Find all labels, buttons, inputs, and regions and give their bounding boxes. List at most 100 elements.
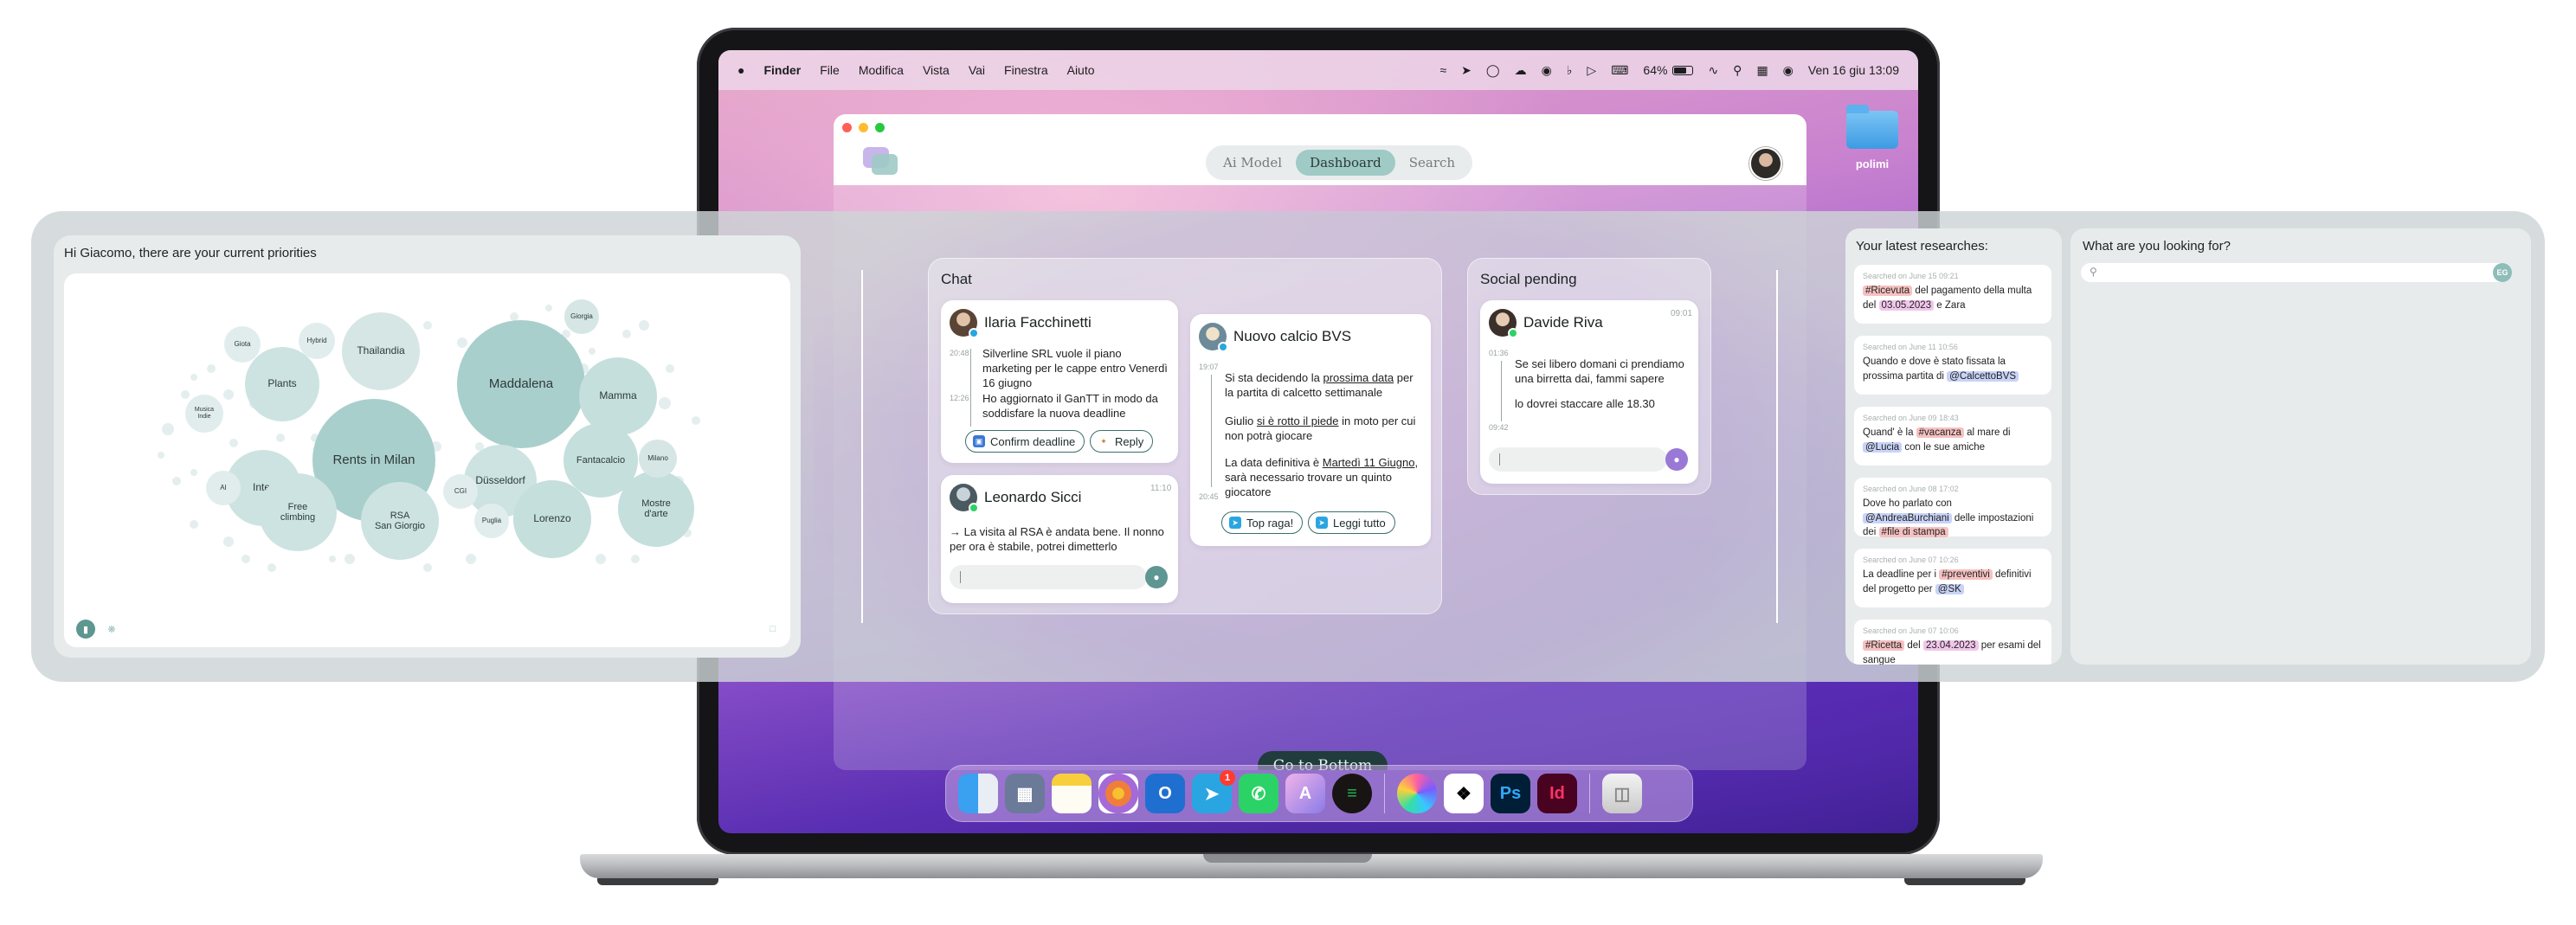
menu-vista[interactable]: Vista bbox=[923, 63, 950, 77]
research-text-part: del bbox=[1904, 640, 1923, 651]
bar-chart-icon[interactable]: ▮ bbox=[76, 620, 95, 639]
research-tag[interactable]: 23.04.2023 bbox=[1922, 640, 1979, 651]
battery-icon[interactable] bbox=[1672, 65, 1694, 75]
top-raga-button[interactable]: ➤ Top raga! bbox=[1221, 511, 1304, 534]
research-tag[interactable]: 03.05.2023 bbox=[1878, 299, 1935, 311]
priority-bubble[interactable]: Musica Indie bbox=[185, 395, 223, 433]
priority-bubble[interactable]: Mostre d'arte bbox=[618, 471, 694, 547]
search-input[interactable]: ⚲ bbox=[2081, 263, 2512, 282]
chat-title: Chat bbox=[941, 271, 972, 287]
research-item[interactable]: Searched on June 15 09:21 #Ricevuta del p… bbox=[1854, 265, 2051, 324]
search-user-button[interactable]: EG bbox=[2493, 263, 2512, 282]
menu-modifica[interactable]: Modifica bbox=[859, 63, 904, 77]
photos-icon[interactable] bbox=[1098, 774, 1138, 813]
research-tag[interactable]: @AndreaBurchiani bbox=[1863, 512, 1952, 524]
research-item[interactable]: Searched on June 11 10:56 Quando e dove è… bbox=[1854, 336, 2051, 395]
button-label: Confirm deadline bbox=[990, 434, 1076, 448]
reply-input[interactable] bbox=[1489, 447, 1667, 472]
search-title: What are you looking for? bbox=[2083, 239, 2231, 254]
tab-ai-model[interactable]: Ai Model bbox=[1209, 150, 1296, 176]
priority-bubble[interactable]: Plants bbox=[245, 347, 319, 421]
apple-icon[interactable]: ● bbox=[737, 63, 744, 77]
research-item[interactable]: Searched on June 08 17:02 Dove ho parlato… bbox=[1854, 478, 2051, 538]
desktop-folder-label[interactable]: polimi bbox=[1835, 157, 1909, 170]
color-app-icon[interactable] bbox=[1397, 774, 1437, 813]
reply-input[interactable] bbox=[950, 565, 1147, 589]
menu-finestra[interactable]: Finestra bbox=[1004, 63, 1048, 77]
launchpad-icon[interactable]: ▦ bbox=[1005, 774, 1045, 813]
menu-file[interactable]: File bbox=[820, 63, 840, 77]
comment-icon[interactable]: □ bbox=[763, 620, 782, 639]
priority-bubble[interactable]: Lorenzo bbox=[513, 480, 591, 558]
menu-aiuto[interactable]: Aiuto bbox=[1067, 63, 1095, 77]
reply-button[interactable]: ✦ Reply bbox=[1090, 430, 1154, 453]
figma-icon[interactable]: ❖ bbox=[1444, 774, 1484, 813]
priority-bubble[interactable]: Thailandia bbox=[342, 312, 420, 390]
menu-finder[interactable]: Finder bbox=[763, 63, 801, 77]
priority-bubble[interactable]: Milano bbox=[639, 440, 677, 478]
tab-dashboard[interactable]: Dashboard bbox=[1296, 150, 1395, 176]
chat-card-calcio[interactable]: Nuovo calcio BVS 19:07 Si sta decidendo … bbox=[1190, 314, 1431, 546]
research-item[interactable]: Searched on June 07 10:26 La deadline per… bbox=[1854, 549, 2051, 607]
control-center-icon[interactable]: ▦ bbox=[1756, 63, 1768, 78]
priority-bubble[interactable]: RSA San Giorgio bbox=[361, 482, 439, 560]
research-item[interactable]: Searched on June 09 18:43 Quand' è la #va… bbox=[1854, 407, 2051, 466]
close-window-button[interactable] bbox=[842, 123, 852, 132]
read-all-button[interactable]: ➤ Leggi tutto bbox=[1308, 511, 1395, 534]
priority-bubble[interactable]: Maddalena bbox=[457, 320, 585, 448]
microphone-icon[interactable]: ● bbox=[1145, 566, 1168, 588]
research-tag[interactable]: @Lucia bbox=[1863, 441, 1903, 453]
research-tag[interactable]: #Ricetta bbox=[1863, 640, 1905, 651]
menu-vai[interactable]: Vai bbox=[969, 63, 985, 77]
bubbles-view-icon[interactable]: ❋ bbox=[102, 620, 121, 639]
shield-status-icon[interactable]: ◯ bbox=[1486, 63, 1500, 78]
photoshop-icon[interactable]: Ps bbox=[1491, 774, 1530, 813]
play-status-icon[interactable]: ▷ bbox=[1587, 63, 1596, 78]
tuning-status-icon[interactable]: ♭ bbox=[1567, 63, 1573, 78]
social-card-davide[interactable]: Davide Riva 09:01 01:36 Se sei libero do… bbox=[1480, 300, 1698, 484]
research-tag[interactable]: #vacanza bbox=[1916, 427, 1964, 438]
research-tag[interactable]: #file di stampa bbox=[1878, 527, 1948, 538]
priority-bubble[interactable]: CGI bbox=[443, 474, 478, 509]
cloud-status-icon[interactable]: ☁ bbox=[1515, 63, 1527, 78]
priority-bubble[interactable]: Hybrid bbox=[299, 323, 335, 359]
trash-icon[interactable]: ◫ bbox=[1602, 774, 1642, 813]
user-avatar[interactable] bbox=[1749, 147, 1782, 180]
priority-bubble[interactable]: Giorgia bbox=[564, 299, 599, 334]
indesign-icon[interactable]: Id bbox=[1537, 774, 1577, 813]
app-logo-icon[interactable] bbox=[863, 147, 898, 175]
priority-bubble[interactable]: Giota bbox=[224, 326, 261, 363]
spotify-icon[interactable]: ≡ bbox=[1332, 774, 1372, 813]
spotlight-search-icon[interactable]: ⚲ bbox=[1733, 63, 1742, 78]
whatsapp-icon[interactable]: ✆ bbox=[1239, 774, 1278, 813]
menubar-clock[interactable]: Ven 16 giu 13:09 bbox=[1808, 63, 1899, 77]
message-text: → La visita al RSA è andata bene. Il non… bbox=[950, 525, 1164, 553]
telegram-icon[interactable]: ➤ 1 bbox=[1192, 770, 1235, 813]
priority-bubble[interactable]: Free climbing bbox=[259, 473, 337, 551]
confirm-deadline-button[interactable]: ▣ Confirm deadline bbox=[965, 430, 1085, 453]
zoom-window-button[interactable] bbox=[875, 123, 885, 132]
priority-bubble[interactable]: AI bbox=[206, 471, 241, 505]
folder-icon[interactable] bbox=[1846, 105, 1898, 149]
chat-card-ilaria[interactable]: Ilaria Facchinetti 20:48 Silverline SRL … bbox=[941, 300, 1178, 463]
record-status-icon[interactable]: ◉ bbox=[1542, 63, 1552, 78]
menu-extra-icon[interactable]: ≈ bbox=[1439, 63, 1446, 77]
research-tag[interactable]: @CalcettoBVS bbox=[1947, 370, 2019, 382]
tab-search[interactable]: Search bbox=[1395, 150, 1469, 176]
microphone-icon[interactable]: ● bbox=[1665, 448, 1688, 471]
notes-icon[interactable] bbox=[1052, 774, 1092, 813]
wifi-icon[interactable]: ∿ bbox=[1708, 63, 1718, 78]
research-item[interactable]: Searched on June 07 10:06 #Ricetta del 23… bbox=[1854, 620, 2051, 665]
outlook-icon[interactable]: O bbox=[1145, 774, 1185, 813]
priority-bubble[interactable]: Puglia bbox=[474, 504, 509, 538]
research-tag[interactable]: #Ricevuta bbox=[1863, 286, 1913, 296]
research-tag[interactable]: #preventivi bbox=[1939, 569, 1993, 580]
finder-icon[interactable] bbox=[958, 774, 998, 813]
research-tag[interactable]: @SK bbox=[1935, 583, 1964, 594]
ai-app-icon[interactable]: A bbox=[1285, 774, 1325, 813]
minimize-window-button[interactable] bbox=[859, 123, 868, 132]
telegram-status-icon[interactable]: ➤ bbox=[1461, 63, 1472, 78]
siri-icon[interactable]: ◉ bbox=[1783, 63, 1794, 78]
chat-card-leonardo[interactable]: Leonardo Sicci 11:10 → La visita al RSA … bbox=[941, 475, 1178, 603]
keyboard-status-icon[interactable]: ⌨ bbox=[1611, 63, 1628, 78]
